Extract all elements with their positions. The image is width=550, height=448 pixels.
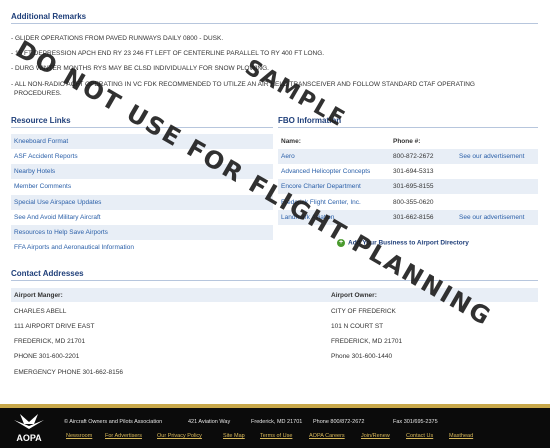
footer-link-newsroom[interactable]: Newsroom bbox=[66, 433, 92, 439]
footer-link-privacy[interactable]: Our Privacy Policy bbox=[157, 433, 202, 439]
footer-link-sitemap[interactable]: Site Map bbox=[223, 433, 245, 439]
resource-link-asf-accident-reports[interactable]: ASF Accident Reports bbox=[11, 149, 273, 164]
airport-manager-label: Airport Manger: bbox=[14, 292, 63, 299]
manager-line: 111 AIRPORT DRIVE EAST bbox=[14, 323, 95, 330]
resource-links-title: Resource Links bbox=[11, 116, 71, 125]
fbo-phone: 301-662-8156 bbox=[393, 214, 434, 221]
plus-icon: + bbox=[337, 239, 345, 247]
footer-link-masthead[interactable]: Masthead bbox=[449, 433, 473, 439]
footer-link-terms[interactable]: Terms of Use bbox=[260, 433, 292, 439]
resource-link-member-comments[interactable]: Member Comments bbox=[11, 179, 273, 194]
resource-links-divider bbox=[11, 127, 273, 128]
owner-line: 101 N COURT ST bbox=[331, 323, 384, 330]
remark-item: - ALL NON-RADIO ACFT OPERATING IN VC FDK… bbox=[11, 81, 475, 88]
remarks-divider bbox=[11, 23, 538, 24]
owner-line: FREDERICK, MD 21701 bbox=[331, 338, 403, 345]
fbo-advertisement-link[interactable]: See our advertisement bbox=[459, 149, 524, 164]
footer-link-contact[interactable]: Contact Us bbox=[406, 433, 433, 439]
fbo-name-link[interactable]: Encore Charter Department bbox=[281, 179, 361, 194]
fbo-divider bbox=[278, 127, 538, 128]
manager-line: CHARLES ABELL bbox=[14, 308, 67, 315]
contact-divider bbox=[11, 280, 538, 281]
contact-header-band bbox=[11, 288, 538, 302]
manager-line: EMERGENCY PHONE 301-662-8156 bbox=[14, 369, 123, 376]
footer-link-advertisers[interactable]: For Advertisers bbox=[105, 433, 142, 439]
add-business-label: Add Your Business to Airport Directory bbox=[348, 239, 469, 247]
footer-city: Frederick, MD 21701 bbox=[251, 419, 303, 425]
fbo-phone: 800-355-0620 bbox=[393, 199, 434, 206]
add-business-link[interactable]: + Add Your Business to Airport Directory bbox=[337, 239, 469, 247]
fbo-name-link[interactable]: Frederick Flight Center, Inc. bbox=[281, 195, 361, 210]
fbo-information-title: FBO Information bbox=[278, 116, 342, 125]
fbo-row: Aero 800-872-2672 See our advertisement bbox=[278, 149, 538, 164]
remark-item: - GLIDER OPERATIONS FROM PAVED RUNWAYS D… bbox=[11, 35, 224, 42]
contact-addresses-title: Contact Addresses bbox=[11, 269, 84, 278]
fbo-phone: 800-872-2672 bbox=[393, 153, 434, 160]
remark-item: - DURG WINTER MONTHS RYS MAY BE CLSD IND… bbox=[11, 65, 269, 72]
resource-link-ffa-airports[interactable]: FFA Airports and Aeronautical Informatio… bbox=[11, 240, 273, 255]
fbo-name-header: Name: bbox=[281, 138, 301, 145]
remark-item: - 15 FT DEPRESSION APCH END RY 23 246 FT… bbox=[11, 50, 325, 57]
footer-link-careers[interactable]: AOPA Careers bbox=[309, 433, 345, 439]
resource-link-save-airports[interactable]: Resources to Help Save Airports bbox=[11, 225, 273, 240]
footer-address: 421 Aviation Way bbox=[188, 419, 231, 425]
footer-copyright: © Aircraft Owners and Pilots Association bbox=[64, 419, 163, 425]
site-footer: AOPA © Aircraft Owners and Pilots Associ… bbox=[0, 408, 550, 448]
owner-line: Phone 301-600-1440 bbox=[331, 353, 393, 360]
fbo-phone: 301-694-5313 bbox=[393, 168, 434, 175]
fbo-phone-header: Phone #: bbox=[393, 138, 421, 145]
fbo-name-link[interactable]: Landmark Aviation bbox=[281, 210, 334, 225]
fbo-row: Advanced Helicopter Concepts 301-694-531… bbox=[278, 164, 538, 179]
resource-link-military-aircraft[interactable]: See And Avoid Military Aircraft bbox=[11, 210, 273, 225]
footer-phone: Phone 800/872-2672 bbox=[313, 419, 365, 425]
footer-fax: Fax 301/695-2375 bbox=[393, 419, 438, 425]
airport-owner-label: Airport Owner: bbox=[331, 292, 377, 299]
owner-line: CITY OF FREDERICK bbox=[331, 308, 396, 315]
fbo-row: Frederick Flight Center, Inc. 800-355-06… bbox=[278, 195, 538, 210]
resource-link-kneeboard[interactable]: Kneeboard Format bbox=[11, 134, 273, 149]
manager-line: FREDERICK, MD 21701 bbox=[14, 338, 86, 345]
resource-link-special-use-airspace[interactable]: Special Use Airspace Updates bbox=[11, 195, 273, 210]
fbo-row: Landmark Aviation 301-662-8156 See our a… bbox=[278, 210, 538, 225]
remark-item: PROCEDURES. bbox=[14, 90, 62, 97]
fbo-row: Encore Charter Department 301-695-8155 bbox=[278, 179, 538, 194]
fbo-name-link[interactable]: Advanced Helicopter Concepts bbox=[281, 164, 370, 179]
fbo-advertisement-link[interactable]: See our advertisement bbox=[459, 210, 524, 225]
fbo-phone: 301-695-8155 bbox=[393, 183, 434, 190]
footer-link-join-renew[interactable]: Join/Renew bbox=[361, 433, 390, 439]
aopa-logo-icon: AOPA bbox=[14, 414, 44, 443]
svg-text:AOPA: AOPA bbox=[16, 433, 42, 443]
manager-line: PHONE 301-600-2201 bbox=[14, 353, 80, 360]
additional-remarks-title: Additional Remarks bbox=[11, 12, 87, 21]
fbo-name-link[interactable]: Aero bbox=[281, 149, 295, 164]
resource-link-nearby-hotels[interactable]: Nearby Hotels bbox=[11, 164, 273, 179]
